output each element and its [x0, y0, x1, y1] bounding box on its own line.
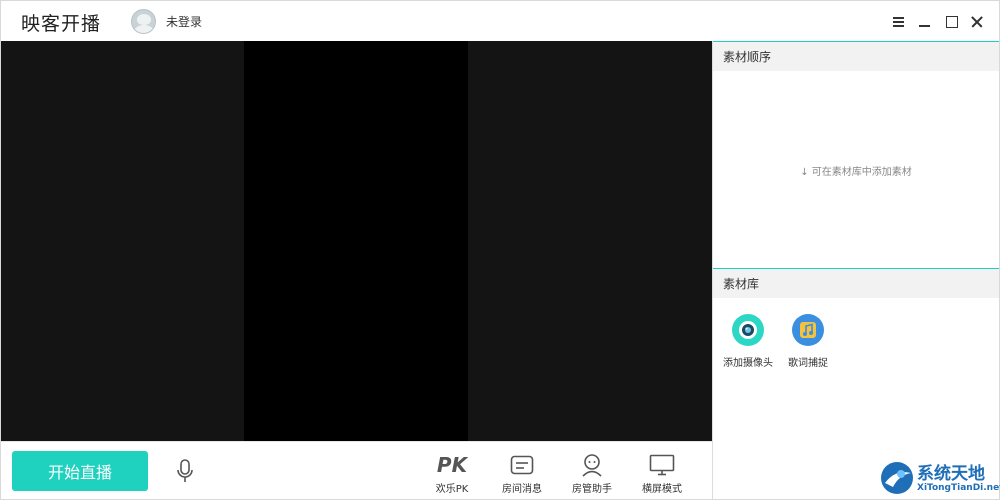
arrow-down-icon: ↓: [800, 167, 812, 178]
monitor-icon: [632, 452, 692, 478]
bottom-toolbar: 开始直播 PK 欢乐PK 房间消息 房管助手 横屏模式: [1, 441, 712, 499]
pk-icon: PK: [436, 453, 468, 477]
lyrics-capture-item[interactable]: 歌词捕捉: [778, 314, 838, 369]
close-icon[interactable]: [969, 13, 985, 29]
tool-room-assistant[interactable]: 房管助手: [562, 452, 622, 495]
material-order-hint: ↓ 可在素材库中添加素材: [800, 167, 912, 178]
window-controls: [891, 13, 985, 29]
watermark-name: 系统天地: [917, 464, 985, 484]
watermark-url: XiTongTianDi.net: [917, 483, 1000, 493]
assistant-icon: [562, 452, 622, 478]
tool-label: 房间消息: [502, 484, 542, 495]
preview-portrait-area: [244, 41, 468, 441]
tool-label: 横屏模式: [642, 484, 682, 495]
app-title: 映客开播: [21, 13, 102, 35]
menu-icon[interactable]: [891, 13, 907, 29]
material-order-list[interactable]: ↓ 可在素材库中添加素材: [713, 71, 999, 268]
minimize-icon[interactable]: [917, 13, 933, 29]
item-label: 歌词捕捉: [788, 358, 828, 369]
add-camera-item[interactable]: 添加摄像头: [718, 314, 778, 369]
tool-landscape-mode[interactable]: 横屏模式: [632, 452, 692, 495]
user-login[interactable]: 未登录: [131, 9, 202, 34]
camera-icon: [732, 314, 764, 346]
tool-room-messages[interactable]: 房间消息: [492, 452, 552, 495]
message-icon: [492, 452, 552, 478]
lyrics-icon: [792, 314, 824, 346]
live-preview[interactable]: [1, 41, 712, 441]
tool-label: 欢乐PK: [435, 484, 469, 495]
app-window: 映客开播 未登录 开始直播 PK 欢乐PK 房间消息 房管助手 横屏模式 素材顺…: [0, 0, 1000, 500]
tool-happy-pk[interactable]: PK 欢乐PK: [422, 452, 482, 495]
material-panel: 素材顺序 ↓ 可在素材库中添加素材 素材库 添加摄像头 歌词捕捉: [712, 41, 999, 499]
item-label: 添加摄像头: [723, 358, 773, 369]
title-bar: 映客开播 未登录: [1, 1, 999, 41]
watermark-logo: 系统天地 XiTongTianDi.net: [879, 457, 1000, 499]
start-live-button[interactable]: 开始直播: [12, 451, 148, 491]
maximize-icon[interactable]: [943, 13, 959, 29]
tool-label: 房管助手: [572, 484, 612, 495]
avatar[interactable]: [131, 9, 156, 34]
material-library-header: 素材库: [713, 268, 999, 298]
material-order-header: 素材顺序: [713, 41, 999, 71]
microphone-icon[interactable]: [175, 458, 195, 484]
login-status[interactable]: 未登录: [166, 13, 202, 30]
